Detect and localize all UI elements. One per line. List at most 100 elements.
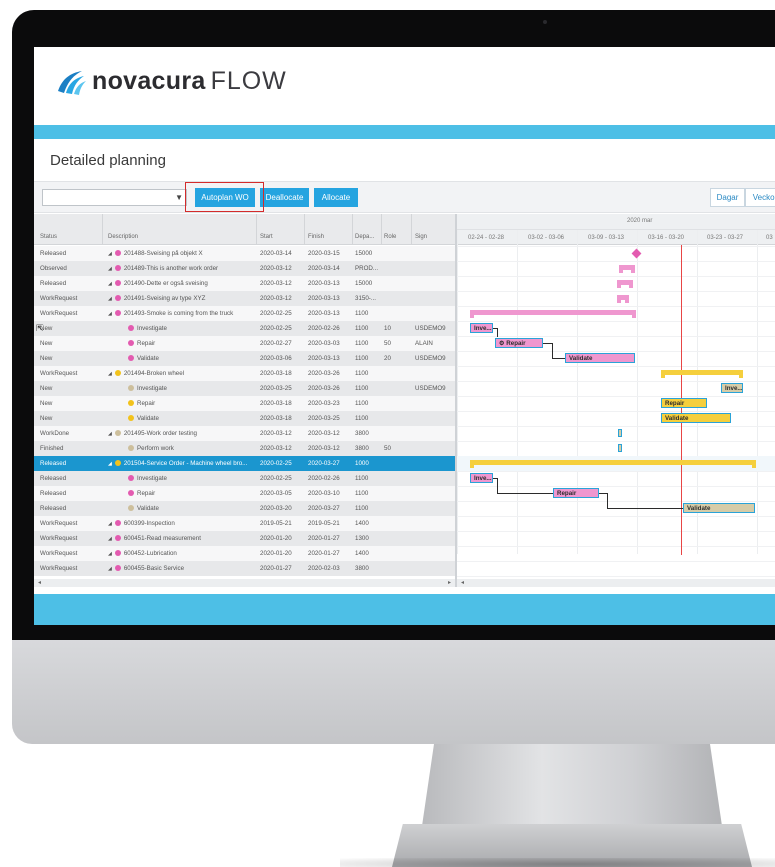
summary-bar-201490[interactable] [617,280,633,288]
table-row[interactable]: WorkRequest ◢ 600451-Read measurement 2020-… [34,531,455,546]
cell-description: ◢ 600452-Lubrication [108,550,258,557]
table-row[interactable]: Finished Perform work 2020-03-12 2020-03-12… [34,441,455,456]
filter-select[interactable]: ▼ [42,189,187,206]
table-row[interactable]: New Repair 2020-02-27 2020-03-03 1100 50 ALAIN [34,336,455,351]
summary-bar-201494[interactable] [661,370,743,378]
status-dot-icon [128,355,134,361]
expand-toggle-icon[interactable]: ◢ [108,551,112,557]
cell-department: 3800 [355,445,369,452]
table-row[interactable]: WorkRequest ◢ 600399-Inspection 2019-05-21 2… [34,516,455,531]
cell-finish: 2020-03-26 [308,370,340,377]
task-bar-repair-201504[interactable]: Repair [553,488,599,498]
expand-toggle-icon[interactable]: ◢ [108,371,112,377]
novacura-logo-icon [58,71,86,95]
task-bar-repair-201494[interactable]: Repair [661,398,707,408]
cell-description: ◢ 201491-Sveising av type XYZ [108,295,258,302]
task-bar-repair-201493[interactable]: ⚙ Repair [495,338,543,348]
table-row[interactable]: Released Validate 2020-03-20 2020-03-27 1100 [34,501,455,516]
expand-toggle-icon[interactable]: ◢ [108,536,112,542]
scroll-left-icon[interactable]: ◂ [461,579,464,586]
table-row[interactable]: WorkDone ◢ 201495-Work order testing 2020-0… [34,426,455,441]
cell-description: ◢ 201489-This is another work order [108,265,258,272]
status-dot-icon [128,415,134,421]
table-row[interactable]: New Investigate 2020-03-25 2020-03-26 1100 US… [34,381,455,396]
table-row[interactable]: Released ◢ 201504-Service Order - Machine … [34,456,455,471]
milestone-201488[interactable] [631,248,642,259]
allocate-button[interactable]: Allocate [314,188,358,207]
table-row[interactable]: WorkRequest ◢ 600455-Basic Service 2020-01-… [34,561,455,576]
milestone-201495[interactable] [618,429,622,437]
expand-toggle-icon[interactable]: ◢ [108,251,112,257]
gantt-week-gridline [457,230,458,554]
col-header-start[interactable]: Start [260,234,273,240]
table-row[interactable]: New Validate 2020-03-06 2020-03-13 1100 20 USD… [34,351,455,366]
summary-bar-201493[interactable] [470,310,636,318]
table-row[interactable]: New Validate 2020-03-18 2020-03-25 1100 [34,411,455,426]
view-days-button[interactable]: Dagar [710,188,745,207]
milestone-perform-work[interactable] [618,444,622,452]
summary-bar-201491[interactable] [617,295,629,303]
expand-toggle-icon[interactable]: ◢ [108,521,112,527]
expand-toggle-icon[interactable]: ◢ [108,461,112,467]
summary-bar-201504[interactable] [470,460,756,468]
gantt-horizontal-scrollbar[interactable]: ◂ [457,579,775,587]
cell-description-text: 201494-Broken wheel [123,370,185,377]
col-header-status[interactable]: Status [40,234,57,240]
table-row[interactable]: Released ◢ 201490-Dette er også sveising 20… [34,276,455,291]
table-row[interactable]: Released ◢ 201488-Sveising på objekt X 2020… [34,246,455,261]
table-row[interactable]: WorkRequest ◢ 201493-Smoke is coming from … [34,306,455,321]
table-row[interactable]: New Repair 2020-03-18 2020-03-23 1100 [34,396,455,411]
summary-bar-201489[interactable] [619,265,635,273]
status-dot-icon [114,535,121,541]
cell-start: 2020-03-12 [260,265,292,272]
cell-start: 2020-02-25 [260,325,292,332]
brand-header: novacura FLOW [34,47,775,125]
task-bar-repair-201494-label: Repair [665,400,685,407]
col-header-sign[interactable]: Sign [415,234,427,240]
deallocate-button[interactable]: Deallocate [260,188,309,207]
task-bar-validate-201494[interactable]: Validate [661,413,731,423]
col-header-department[interactable]: Depa... [355,234,374,240]
task-bar-investigate-201494[interactable]: Inve... [721,383,743,393]
task-bar-investigate-201494-label: Inve... [725,385,743,392]
status-dot-icon [128,490,134,496]
task-bar-validate-201493[interactable]: Validate [565,353,635,363]
grid-horizontal-scrollbar[interactable]: ◂ ▸ [34,579,455,587]
table-row[interactable]: New Investigate 2020-02-25 2020-02-26 1100 10… [34,321,455,336]
expand-toggle-icon[interactable]: ◢ [108,431,112,437]
col-divider [304,214,305,245]
table-row[interactable]: WorkRequest ◢ 600452-Lubrication 2020-01-20… [34,546,455,561]
expand-toggle-icon[interactable]: ◢ [108,266,112,272]
table-row[interactable]: Observed ◢ 201489-This is another work ord… [34,261,455,276]
cell-department: 3800 [355,565,369,572]
table-row[interactable]: Released Repair 2020-03-05 2020-03-10 1100 [34,486,455,501]
col-header-finish[interactable]: Finish [308,234,324,240]
expand-toggle-icon[interactable]: ◢ [108,311,112,317]
status-dot-icon [114,550,121,556]
scroll-right-icon[interactable]: ▸ [448,579,451,586]
task-bar-investigate-201504[interactable]: Inve... [470,473,493,483]
expand-toggle-icon[interactable]: ◢ [108,296,112,302]
summary-end-cap [470,314,474,318]
summary-end-cap [619,269,623,273]
cell-description-text: 201490-Dette er også sveising [123,280,208,287]
work-order-grid: Status Description Start Finish Depa... … [34,214,455,594]
summary-end-cap [617,284,621,288]
expand-toggle-icon[interactable]: ◢ [108,566,112,572]
col-header-description[interactable]: Description [108,234,138,240]
brand-name-bold: novacura [92,67,206,95]
col-header-role[interactable]: Role [384,234,396,240]
table-row[interactable]: Released Investigate 2020-02-25 2020-02-26 1… [34,471,455,486]
view-weeks-button[interactable]: Veckor [745,188,775,207]
cell-finish: 2020-01-27 [308,550,340,557]
summary-end-cap [631,269,635,273]
scroll-left-icon[interactable]: ◂ [38,579,41,586]
toolbar: ▼ Autoplan WO Deallocate Allocate Dagar … [34,181,775,213]
table-row[interactable]: WorkRequest ◢ 201491-Sveising av type XYZ 2… [34,291,455,306]
table-row[interactable]: WorkRequest ◢ 201494-Broken wheel 2020-03-1… [34,366,455,381]
task-bar-validate-201504[interactable]: Validate [683,503,755,513]
cell-description: Validate [108,415,258,422]
task-bar-investigate-201493[interactable]: Inve... [470,323,493,333]
expand-toggle-icon[interactable]: ◢ [108,281,112,287]
gantt-row-gridline [457,441,775,442]
